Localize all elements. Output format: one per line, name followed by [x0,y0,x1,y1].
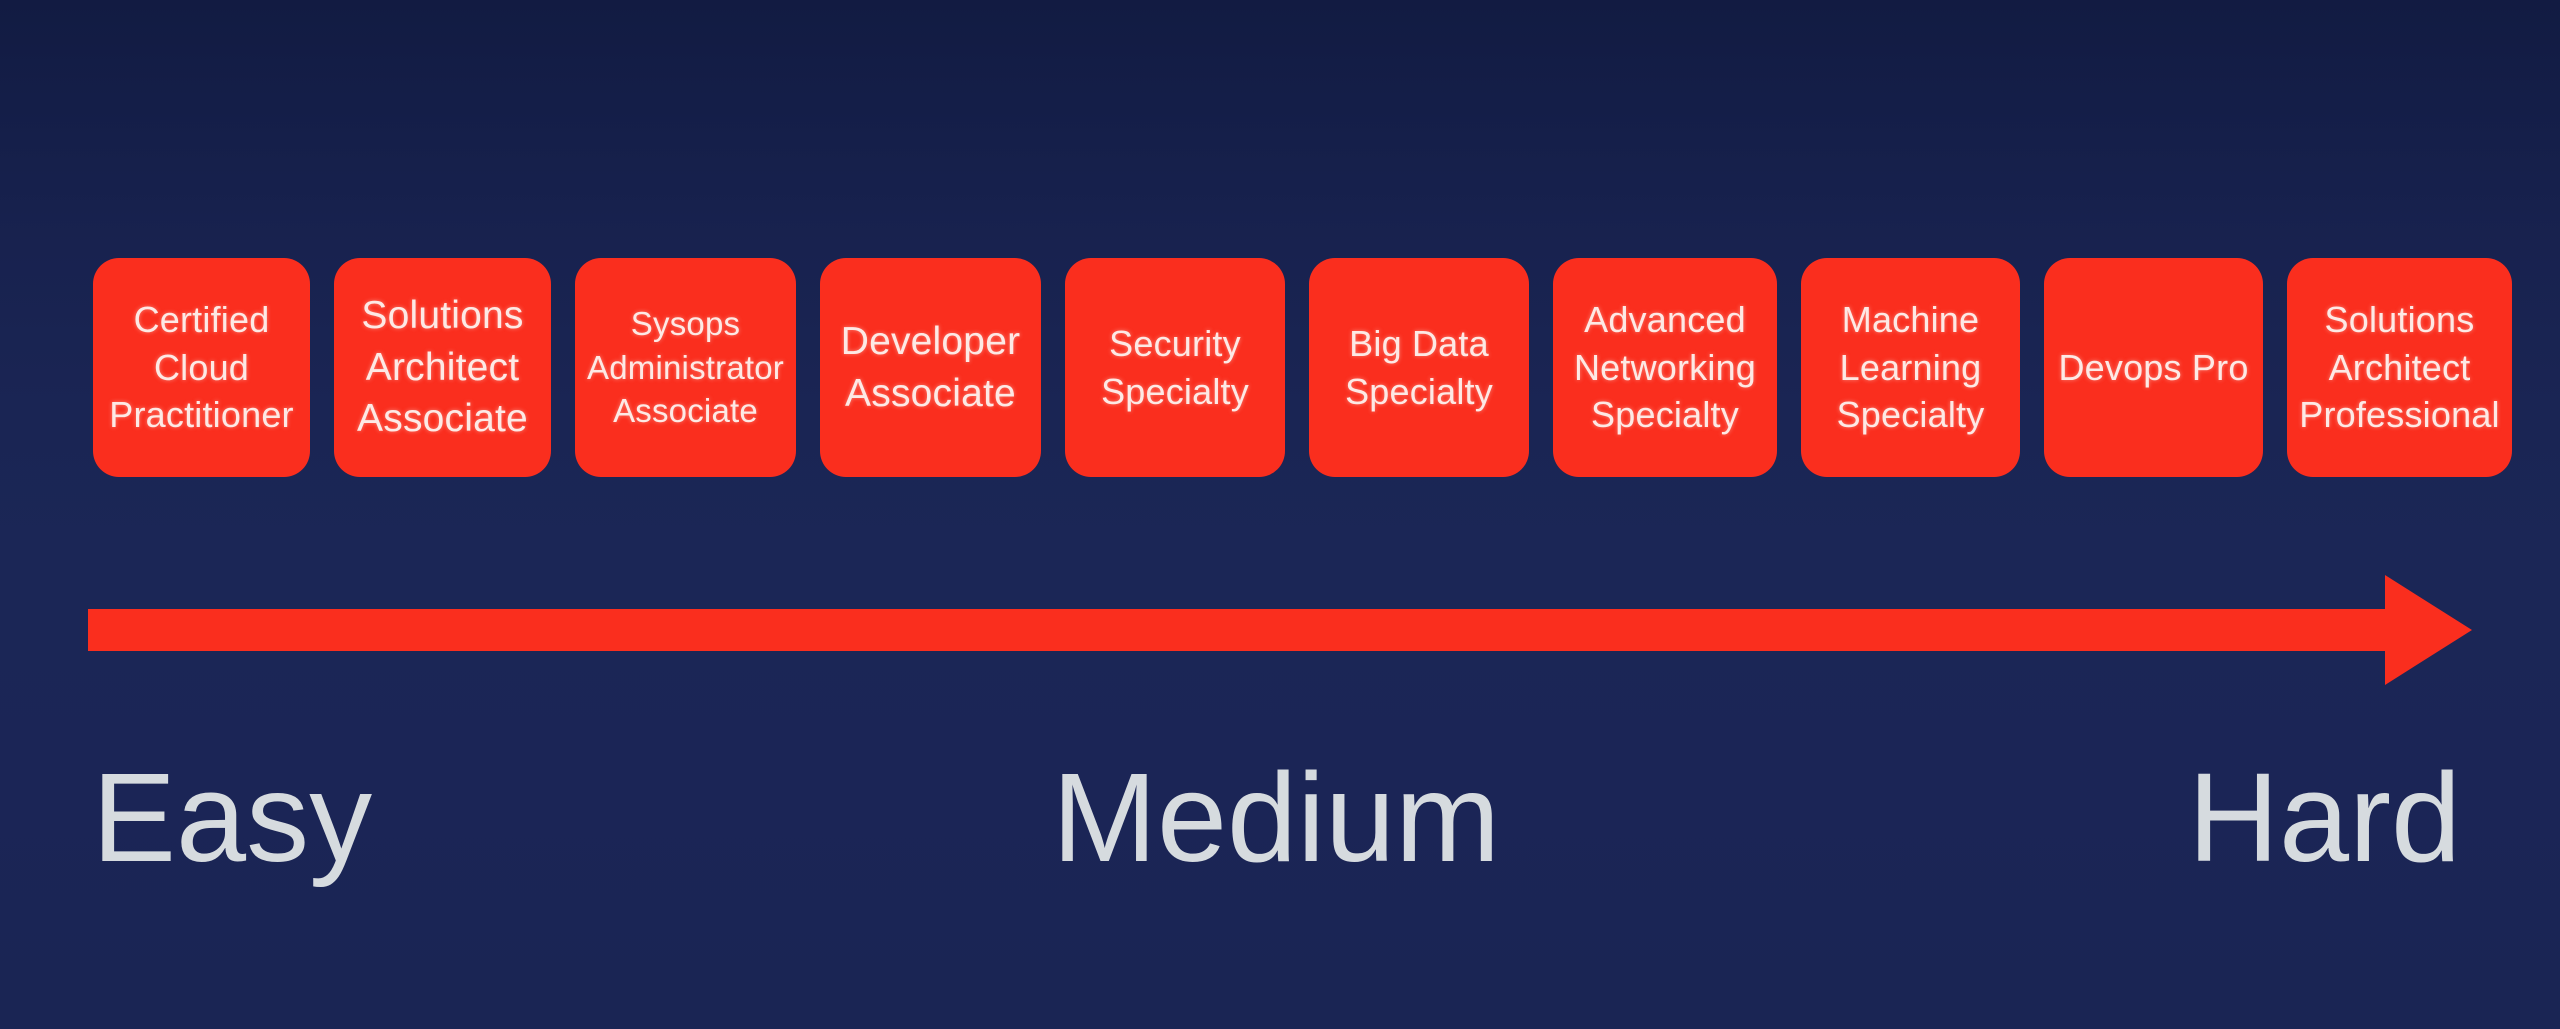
certification-card[interactable]: Solutions Architect Associate [334,258,551,477]
certification-card[interactable]: Certified Cloud Practitioner [93,258,310,477]
certification-card-label: Devops Pro [2058,346,2249,388]
certification-card[interactable]: Developer Associate [820,258,1041,477]
certification-card[interactable]: Big Data Specialty [1309,258,1529,477]
certification-card[interactable]: Solutions Architect Professional [2287,258,2512,477]
difficulty-label-easy: Easy [92,747,373,888]
certification-card-label: Big Data Specialty [1345,322,1493,412]
difficulty-arrow [88,565,2480,695]
difficulty-label-hard: Hard [2188,747,2462,888]
difficulty-label-medium: Medium [1052,747,1501,888]
certification-card[interactable]: Devops Pro [2044,258,2263,477]
right-arrow-icon [88,575,2472,685]
certification-card-label: Developer Associate [840,320,1021,415]
certification-card-label: Solutions Architect Associate [357,294,528,441]
certification-card-label: Machine Learning Specialty [1836,299,1985,436]
difficulty-spectrum-slide: Certified Cloud Practitioner Solutions A… [0,0,2560,1029]
certification-card-label: Advanced Networking Specialty [1573,299,1757,436]
certification-card-label: Security Specialty [1101,322,1249,412]
certification-card[interactable]: Sysops Administrator Associate [575,258,796,477]
certification-card[interactable]: Security Specialty [1065,258,1285,477]
certification-card-row: Certified Cloud Practitioner Solutions A… [93,258,2512,477]
certification-card[interactable]: Advanced Networking Specialty [1553,258,1777,477]
certification-card-label: Certified Cloud Practitioner [109,299,294,436]
difficulty-label-row: Easy Medium Hard [0,737,2560,897]
certification-card-label: Sysops Administrator Associate [587,305,784,430]
certification-card[interactable]: Machine Learning Specialty [1801,258,2020,477]
certification-card-label: Solutions Architect Professional [2299,299,2500,436]
